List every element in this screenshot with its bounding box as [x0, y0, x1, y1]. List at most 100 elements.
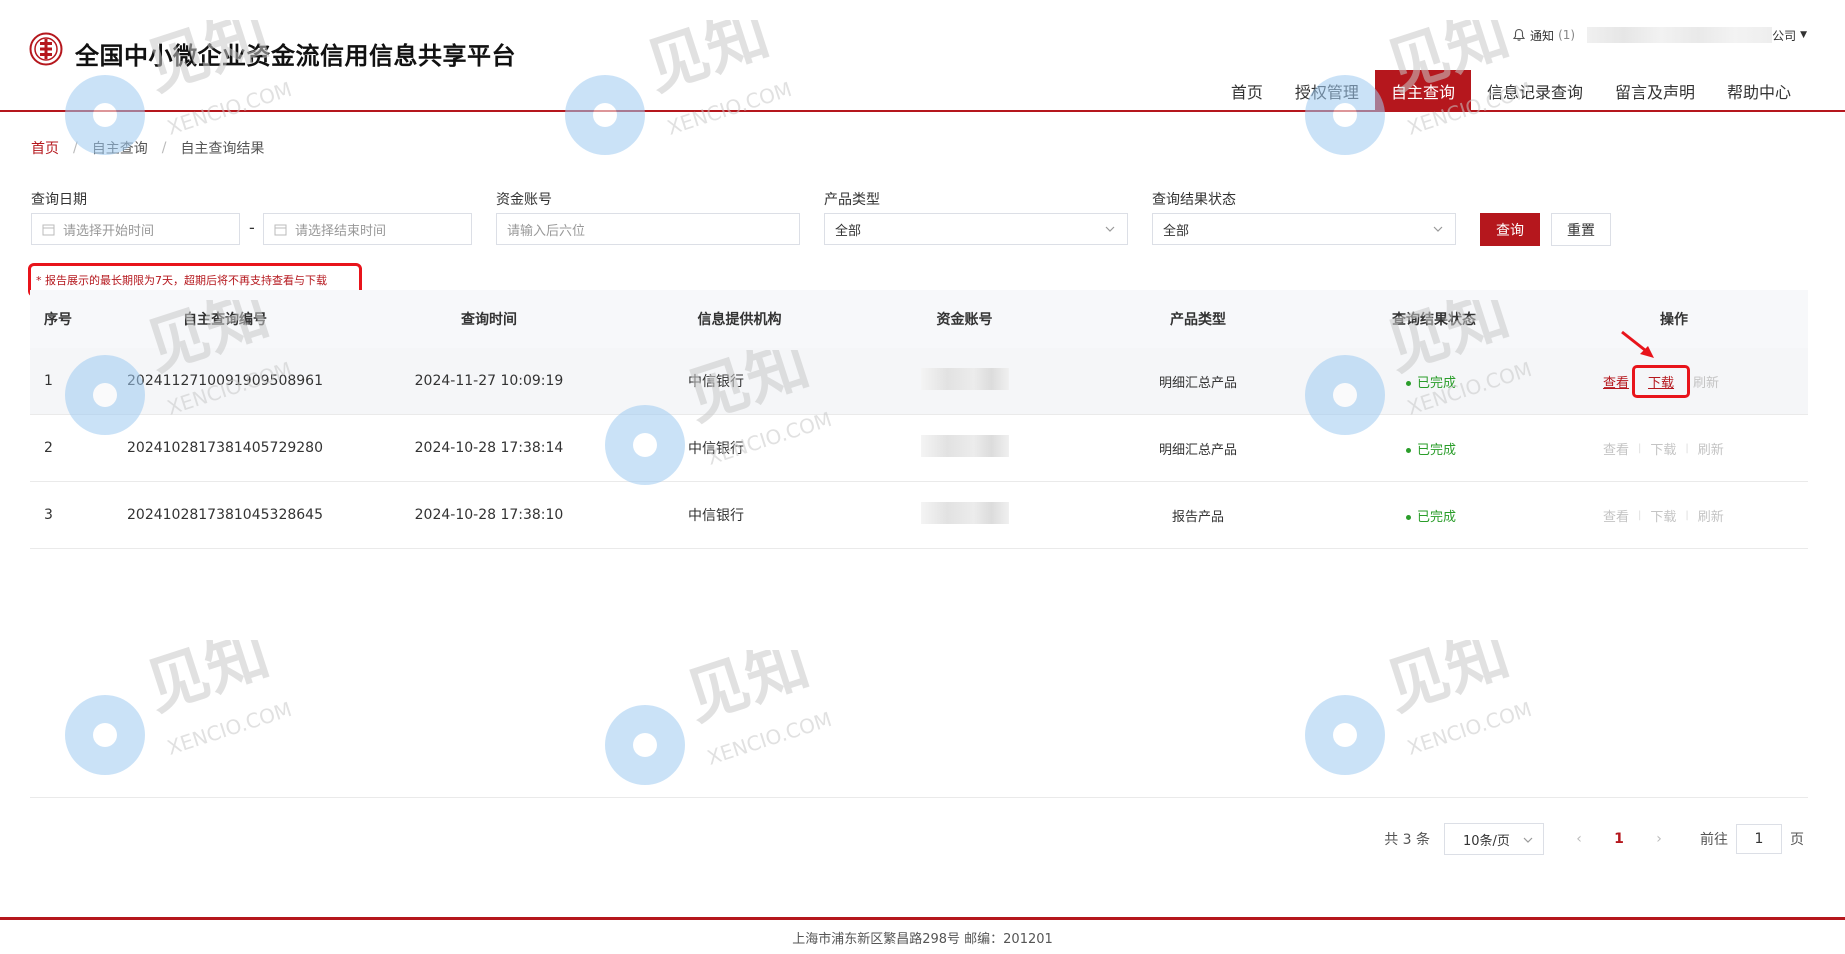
header-query-time: 查询时间 [461, 312, 517, 328]
row-query-no: 2024102817381045328645 [127, 507, 323, 523]
date-range-dash: - [249, 218, 255, 237]
status-dot-icon [1406, 514, 1411, 520]
row-actions: 查看 | 下载 | 刷新 [1540, 506, 1808, 525]
table-row: 2 2024102817381405729280 2024-10-28 17:3… [30, 415, 1808, 482]
row-status-text: 已完成 [1417, 509, 1457, 525]
status-dot-icon [1406, 380, 1411, 386]
nav-messages[interactable]: 留言及声明 [1599, 70, 1711, 112]
chevron-down-icon [1433, 226, 1443, 232]
row-product-type: 明细汇总产品 [1158, 442, 1237, 458]
header-query-no: 自主查询编号 [183, 312, 267, 328]
action-separator: | [1685, 509, 1689, 521]
breadcrumb-current: 自主查询结果 [180, 141, 265, 157]
header: 全国中小微企业资金流信用信息共享平台 通知 (1) 公司 ▼ 首页 授权管理 自… [0, 0, 1845, 112]
row-product-type: 明细汇总产品 [1158, 375, 1237, 391]
action-separator: | [1638, 509, 1642, 521]
reset-button[interactable]: 重置 [1551, 213, 1611, 246]
company-name-redacted [1587, 27, 1773, 43]
next-page-button[interactable]: › [1644, 831, 1674, 847]
download-button[interactable]: 下载 [1647, 506, 1679, 525]
start-date-placeholder: 请选择开始时间 [63, 223, 155, 239]
header-index: 序号 [44, 312, 72, 328]
header-product-type: 产品类型 [1170, 312, 1226, 328]
status-value: 全部 [1163, 223, 1190, 239]
page-size-value: 10条/页 [1463, 833, 1510, 849]
page-size-select[interactable]: 10条/页 [1444, 823, 1544, 855]
row-account-redacted [861, 368, 1068, 394]
row-query-time: 2024-11-27 10:09:19 [414, 373, 564, 389]
bell-icon[interactable] [1512, 28, 1526, 42]
watermark-icon: 见知XENCIO.COM [605, 650, 835, 785]
end-date-placeholder: 请选择结束时间 [295, 223, 387, 239]
page-unit: 页 [1790, 832, 1804, 848]
goto-page-input[interactable]: 1 [1736, 824, 1782, 854]
row-status: 已完成 [1328, 439, 1540, 458]
annotation-arrow-icon [1621, 330, 1654, 358]
table-divider [30, 797, 1808, 798]
company-suffix[interactable]: 公司 [1772, 27, 1796, 44]
svg-text:XENCIO.COM: XENCIO.COM [164, 697, 295, 760]
results-table: 序号 自主查询编号 查询时间 信息提供机构 资金账号 产品类型 查询结果状态 操… [30, 290, 1808, 549]
calendar-icon [274, 224, 287, 235]
status-dot-icon [1406, 447, 1411, 453]
nav-home[interactable]: 首页 [1215, 70, 1279, 112]
refresh-button[interactable]: 刷新 [1695, 506, 1727, 525]
product-type-select[interactable]: 全部 [824, 213, 1128, 245]
nav-self-query[interactable]: 自主查询 [1374, 70, 1471, 112]
nav-authorization[interactable]: 授权管理 [1279, 70, 1375, 112]
row-query-no: 20241127100919095089​61 [127, 373, 323, 389]
refresh-button[interactable]: 刷新 [1695, 439, 1727, 458]
view-button[interactable]: 查看 [1600, 506, 1632, 525]
status-label: 查询结果状态 [1152, 192, 1236, 208]
row-account-redacted [861, 435, 1068, 461]
download-button[interactable]: 下载 [1645, 372, 1677, 391]
end-date-input[interactable]: 请选择结束时间 [263, 213, 472, 245]
svg-text:XENCIO.COM: XENCIO.COM [704, 707, 835, 770]
breadcrumb-home[interactable]: 首页 [31, 138, 59, 158]
row-index: 3 [44, 507, 53, 523]
download-button[interactable]: 下载 [1647, 439, 1679, 458]
product-type-label: 产品类型 [824, 192, 880, 208]
search-button[interactable]: 查询 [1480, 213, 1540, 246]
view-button[interactable]: 查看 [1600, 439, 1632, 458]
nav-info-records[interactable]: 信息记录查询 [1471, 70, 1599, 112]
svg-text:见知: 见知 [137, 640, 278, 724]
status-select[interactable]: 全部 [1152, 213, 1456, 245]
row-query-no: 2024102817381405729280 [127, 440, 323, 456]
svg-text:见知: 见知 [677, 650, 818, 734]
watermark-icon: 见知XENCIO.COM [65, 640, 295, 775]
row-actions: 查看 | 下载 | 刷新 [1540, 439, 1808, 458]
breadcrumb: 首页 / 自主查询 / 自主查询结果 [31, 138, 264, 158]
row-actions: 查看 下载 刷新 [1540, 364, 1808, 398]
notice-link[interactable]: 通知 [1530, 27, 1554, 44]
main-nav: 首页 授权管理 自主查询 信息记录查询 留言及声明 帮助中心 [1215, 70, 1807, 112]
row-provider: 中信银行 [688, 508, 744, 524]
account-label: 资金账号 [496, 192, 552, 208]
row-provider: 中信银行 [688, 441, 744, 457]
refresh-button[interactable]: 刷新 [1690, 372, 1722, 391]
row-status-text: 已完成 [1417, 442, 1457, 458]
table-row: 3 2024102817381045328645 2024-10-28 17:3… [30, 482, 1808, 549]
account-input[interactable]: 请输入后六位 [496, 213, 800, 245]
table-header: 序号 自主查询编号 查询时间 信息提供机构 资金账号 产品类型 查询结果状态 操… [30, 290, 1808, 348]
notice-count: (1) [1558, 28, 1576, 42]
pagination: 共 3 条 10条/页 ‹ 1 › 前往 1 页 [1384, 823, 1804, 855]
caret-down-icon[interactable]: ▼ [1800, 30, 1807, 40]
svg-text:XENCIO.COM: XENCIO.COM [1404, 697, 1535, 760]
header-provider: 信息提供机构 [697, 312, 782, 328]
prev-page-button[interactable]: ‹ [1564, 831, 1594, 847]
account-placeholder: 请输入后六位 [507, 223, 586, 239]
goto-label: 前往 [1700, 832, 1728, 848]
row-status-text: 已完成 [1417, 375, 1457, 391]
platform-logo-icon [29, 32, 63, 66]
start-date-input[interactable]: 请选择开始时间 [31, 213, 240, 245]
total-count: 共 3 条 [1384, 832, 1430, 848]
row-status: 已完成 [1328, 372, 1540, 391]
action-separator: | [1685, 442, 1689, 454]
view-button[interactable]: 查看 [1600, 372, 1632, 391]
breadcrumb-self-query[interactable]: 自主查询 [92, 138, 148, 158]
table-row: 1 20241127100919095089​61 2024-11-27 10:… [30, 348, 1808, 415]
nav-help[interactable]: 帮助中心 [1711, 70, 1807, 112]
chevron-down-icon [1523, 837, 1533, 843]
page-1[interactable]: 1 [1604, 831, 1634, 847]
